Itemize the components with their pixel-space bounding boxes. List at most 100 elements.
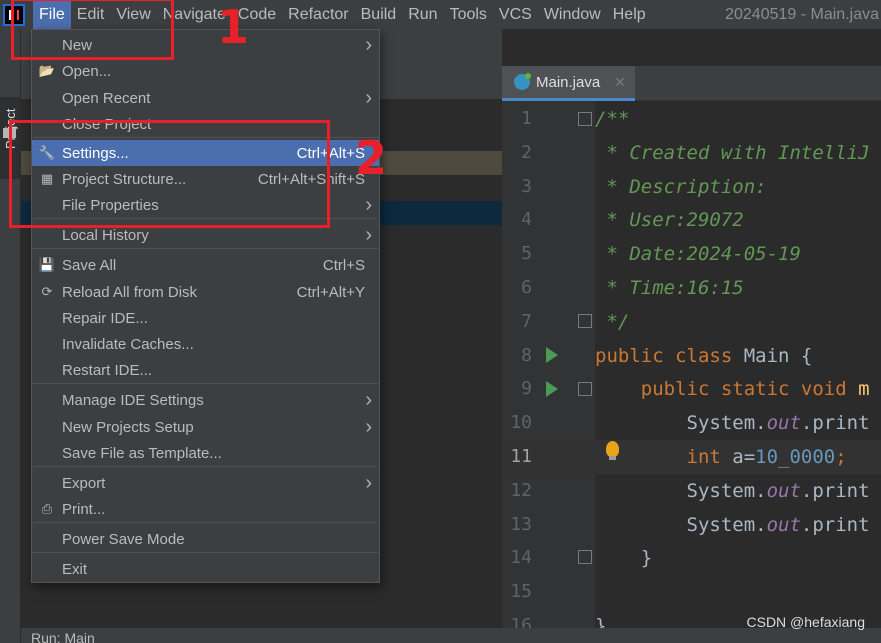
- line-number: 9: [521, 378, 532, 400]
- annotation-label-2: 2: [355, 131, 388, 185]
- menu-item-save-file-as-template[interactable]: Save File as Template...: [32, 440, 379, 466]
- code-token: * Description:: [595, 175, 767, 198]
- code-token: * Time:16:15: [595, 277, 744, 299]
- code-line[interactable]: /**: [595, 108, 629, 130]
- fold-icon[interactable]: [578, 314, 592, 328]
- code-line[interactable]: public class Main {: [595, 345, 812, 367]
- line-number: 15: [510, 581, 532, 603]
- menu-build[interactable]: Build: [355, 0, 403, 29]
- menu-item-exit[interactable]: Exit: [32, 556, 379, 582]
- line-number: 4: [521, 209, 532, 231]
- code-line[interactable]: * Time:16:15: [595, 277, 744, 299]
- code-token: out: [766, 479, 801, 502]
- menu-item-label: Open...: [62, 62, 112, 80]
- tab-main-java[interactable]: Main.java ✕: [502, 66, 635, 101]
- run-class-icon[interactable]: [546, 347, 558, 363]
- code-token: }: [595, 547, 653, 570]
- menu-item-label: Invalidate Caches...: [62, 335, 194, 353]
- annotation-box-1: [11, 0, 174, 60]
- print-icon: ⎙: [41, 501, 53, 516]
- fold-icon[interactable]: [578, 112, 592, 126]
- code-token: System.: [595, 513, 767, 536]
- menu-item-invalidate-caches[interactable]: Invalidate Caches...: [32, 331, 379, 357]
- java-class-icon: [514, 73, 531, 90]
- menu-item-repair-ide[interactable]: Repair IDE...: [32, 305, 379, 331]
- line-number: 2: [521, 141, 532, 163]
- menu-item-shortcut: Ctrl+Alt+Y: [296, 283, 365, 301]
- chevron-right-icon: ›: [365, 388, 372, 411]
- code-line[interactable]: * User:29072: [595, 209, 743, 231]
- code-token: * Date:2024-05-19: [595, 243, 801, 266]
- fold-icon[interactable]: [578, 382, 592, 396]
- chevron-right-icon: ›: [365, 415, 372, 438]
- menu-item-open[interactable]: 📂 Open...: [32, 58, 379, 84]
- menu-item-label: Save All: [62, 256, 117, 274]
- code-token: Main {: [743, 344, 813, 367]
- menu-help[interactable]: Help: [607, 0, 652, 29]
- menu-vcs[interactable]: VCS: [493, 0, 538, 29]
- line-number: 12: [510, 479, 532, 501]
- code-token: m: [858, 378, 870, 401]
- tab-label: Main.java: [536, 73, 601, 91]
- code-line[interactable]: System.out.print: [595, 514, 870, 536]
- menu-item-label: Export: [62, 474, 106, 492]
- fold-icon[interactable]: [578, 550, 592, 564]
- menu-item-reload-all-from-disk[interactable]: ⟳ Reload All from Disk Ctrl+Alt+Y: [32, 279, 379, 305]
- line-number: 6: [521, 277, 532, 298]
- menu-separator: [33, 552, 378, 553]
- code-line[interactable]: public static void m: [595, 378, 870, 400]
- menu-item-label: Reload All from Disk: [62, 283, 198, 301]
- menu-item-label: Open Recent: [62, 89, 151, 107]
- menu-item-power-save-mode[interactable]: Power Save Mode: [32, 526, 379, 552]
- code-line[interactable]: int a=10_0000;: [595, 446, 847, 468]
- menu-tools[interactable]: Tools: [444, 0, 493, 29]
- run-tab-label[interactable]: Run: Main: [31, 628, 95, 643]
- reload-icon: ⟳: [41, 284, 53, 299]
- line-number: 14: [510, 547, 532, 569]
- menu-separator: [33, 383, 378, 384]
- menu-item-open-recent[interactable]: Open Recent ›: [32, 85, 379, 111]
- annotation-label-1: 1: [217, 0, 250, 54]
- menu-window[interactable]: Window: [538, 0, 607, 29]
- menu-separator: [33, 248, 378, 249]
- code-line[interactable]: System.out.print: [595, 412, 870, 434]
- chevron-right-icon: ›: [365, 33, 372, 56]
- menu-item-label: Exit: [62, 560, 88, 578]
- menu-item-export[interactable]: Export ›: [32, 470, 379, 496]
- run-method-icon[interactable]: [546, 381, 558, 397]
- close-icon[interactable]: ✕: [614, 74, 626, 91]
- menu-item-label: Print...: [62, 500, 106, 518]
- menu-item-label: Save File as Template...: [62, 444, 222, 462]
- menu-item-print[interactable]: ⎙ Print...: [32, 496, 379, 522]
- watermark: CSDN @hefaxiang: [746, 614, 866, 630]
- line-number: 11: [510, 446, 532, 467]
- code-token: out: [766, 412, 801, 435]
- code-token: */: [595, 310, 630, 333]
- menu-run[interactable]: Run: [402, 0, 443, 29]
- code-token: a=: [732, 446, 756, 468]
- line-number: 8: [521, 344, 532, 366]
- menu-item-restart-ide[interactable]: Restart IDE...: [32, 357, 379, 383]
- menu-item-save-all[interactable]: 💾 Save All Ctrl+S: [32, 252, 379, 278]
- code-line[interactable]: }: [595, 547, 652, 569]
- code-token: 10_0000: [755, 446, 836, 468]
- menu-item-label: Local History: [62, 226, 149, 244]
- code-line[interactable]: * Date:2024-05-19: [595, 243, 801, 266]
- code-token: System.: [595, 479, 767, 502]
- menu-item-manage-ide-settings[interactable]: Manage IDE Settings ›: [32, 387, 379, 413]
- menu-item-shortcut: Ctrl+S: [322, 256, 365, 274]
- code-line[interactable]: */: [595, 311, 629, 333]
- code-token: * Created with IntelliJ: [595, 141, 870, 164]
- menu-item-new-projects-setup[interactable]: New Projects Setup ›: [32, 414, 379, 440]
- code-token: .print: [800, 513, 870, 536]
- line-number: 13: [510, 513, 532, 535]
- code-token: .print: [800, 479, 870, 502]
- code-line[interactable]: * Created with IntelliJ: [595, 141, 870, 164]
- window-title: 20240519 - Main.java: [725, 6, 879, 23]
- menu-refactor[interactable]: Refactor: [282, 0, 354, 29]
- lightbulb-icon[interactable]: [606, 441, 619, 460]
- code-token: .print: [800, 412, 870, 435]
- line-number: 3: [521, 175, 532, 197]
- code-line[interactable]: * Description:: [595, 175, 767, 198]
- code-line[interactable]: System.out.print: [595, 480, 870, 502]
